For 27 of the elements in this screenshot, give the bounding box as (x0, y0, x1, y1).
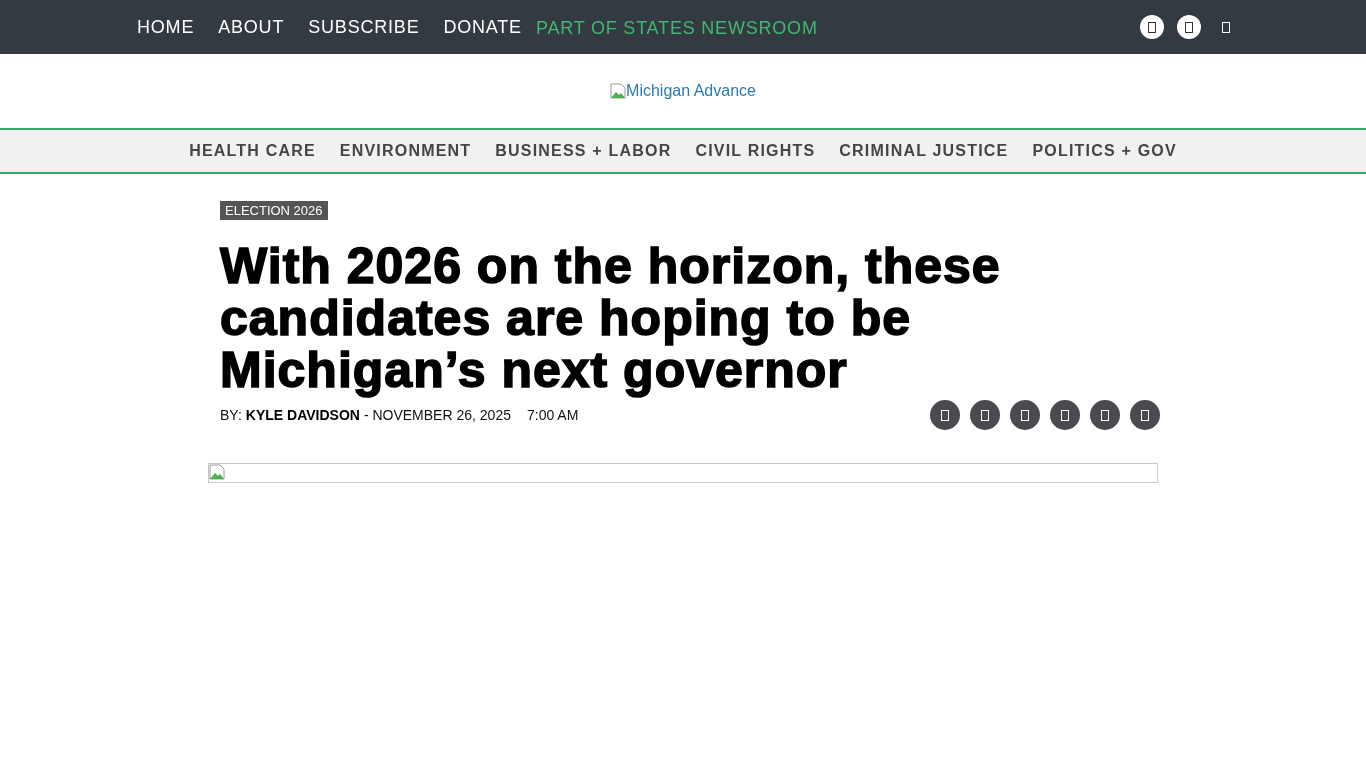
nav-link[interactable]: SUBSCRIBE (308, 16, 420, 38)
share-button[interactable] (1130, 400, 1160, 430)
nav-link[interactable]: HOME (137, 16, 195, 38)
category-link[interactable]: CRIMINAL JUSTICE (839, 142, 1009, 160)
category-tag[interactable]: ELECTION 2026 (220, 201, 328, 220)
byline-label: BY: (220, 407, 242, 423)
nav-link[interactable]: ABOUT (218, 16, 285, 38)
category-link[interactable]: POLITICS + GOV (1032, 142, 1177, 160)
publish-time: 7:00 AM (526, 407, 579, 423)
share-button[interactable] (1050, 400, 1080, 430)
newsroom-link[interactable]: PART OF STATES NEWSROOM (535, 17, 818, 39)
category-link[interactable]: BUSINESS + LABOR (495, 142, 672, 160)
publish-date: - NOVEMBER 26, 2025 (363, 407, 511, 423)
share-button[interactable] (1090, 400, 1120, 430)
share-button[interactable] (930, 400, 960, 430)
share-button[interactable] (1010, 400, 1040, 430)
headline: With 2026 on the horizon, these candidates are hoping to be Michigan’s next governor (220, 240, 1002, 396)
author-link[interactable]: KYLE DAVIDSON (245, 407, 360, 423)
nav-link[interactable]: DONATE (443, 16, 522, 38)
broken-image-icon (610, 83, 627, 99)
category-link[interactable]: HEALTH CARE (189, 142, 316, 160)
logo-text: Michigan Advance (626, 82, 756, 100)
social-button[interactable] (1177, 15, 1201, 39)
social-button[interactable] (1140, 15, 1164, 39)
share-button[interactable] (970, 400, 1000, 430)
category-link[interactable]: CIVIL RIGHTS (695, 142, 816, 160)
category-link[interactable]: ENVIRONMENT (339, 142, 472, 160)
